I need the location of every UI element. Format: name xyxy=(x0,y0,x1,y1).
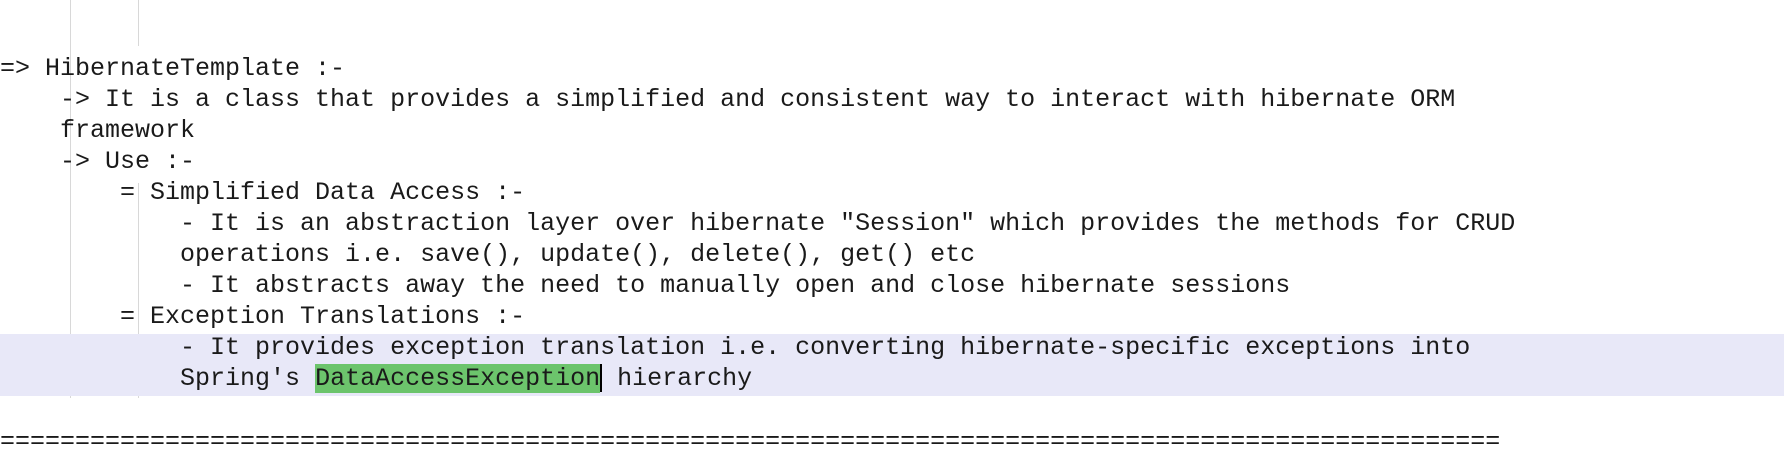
editor-line[interactable]: = Simplified Data Access :- xyxy=(0,177,525,208)
line-text: Spring's xyxy=(0,364,316,393)
editor-line[interactable]: => HibernateTemplate :- xyxy=(0,53,345,84)
editor-line-current[interactable]: Spring's DataAccessException hierarchy xyxy=(0,363,752,394)
editor-line[interactable]: framework xyxy=(0,115,195,146)
indent-guide xyxy=(138,0,139,46)
editor-line[interactable]: = Exception Translations :- xyxy=(0,301,525,332)
separator-line[interactable]: ========================================… xyxy=(0,426,1784,453)
text-editor[interactable]: => HibernateTemplate :- -> It is a class… xyxy=(0,0,1784,453)
selected-text[interactable]: DataAccessException xyxy=(315,364,601,393)
line-text: hierarchy xyxy=(602,364,753,393)
editor-line[interactable]: - It provides exception translation i.e.… xyxy=(0,332,1470,363)
editor-line[interactable]: - It abstracts away the need to manually… xyxy=(0,270,1290,301)
editor-line[interactable]: -> It is a class that provides a simplif… xyxy=(0,84,1455,115)
editor-line[interactable]: - It is an abstraction layer over hibern… xyxy=(0,208,1515,239)
editor-line[interactable]: operations i.e. save(), update(), delete… xyxy=(0,239,975,270)
editor-line[interactable]: -> Use :- xyxy=(0,146,195,177)
